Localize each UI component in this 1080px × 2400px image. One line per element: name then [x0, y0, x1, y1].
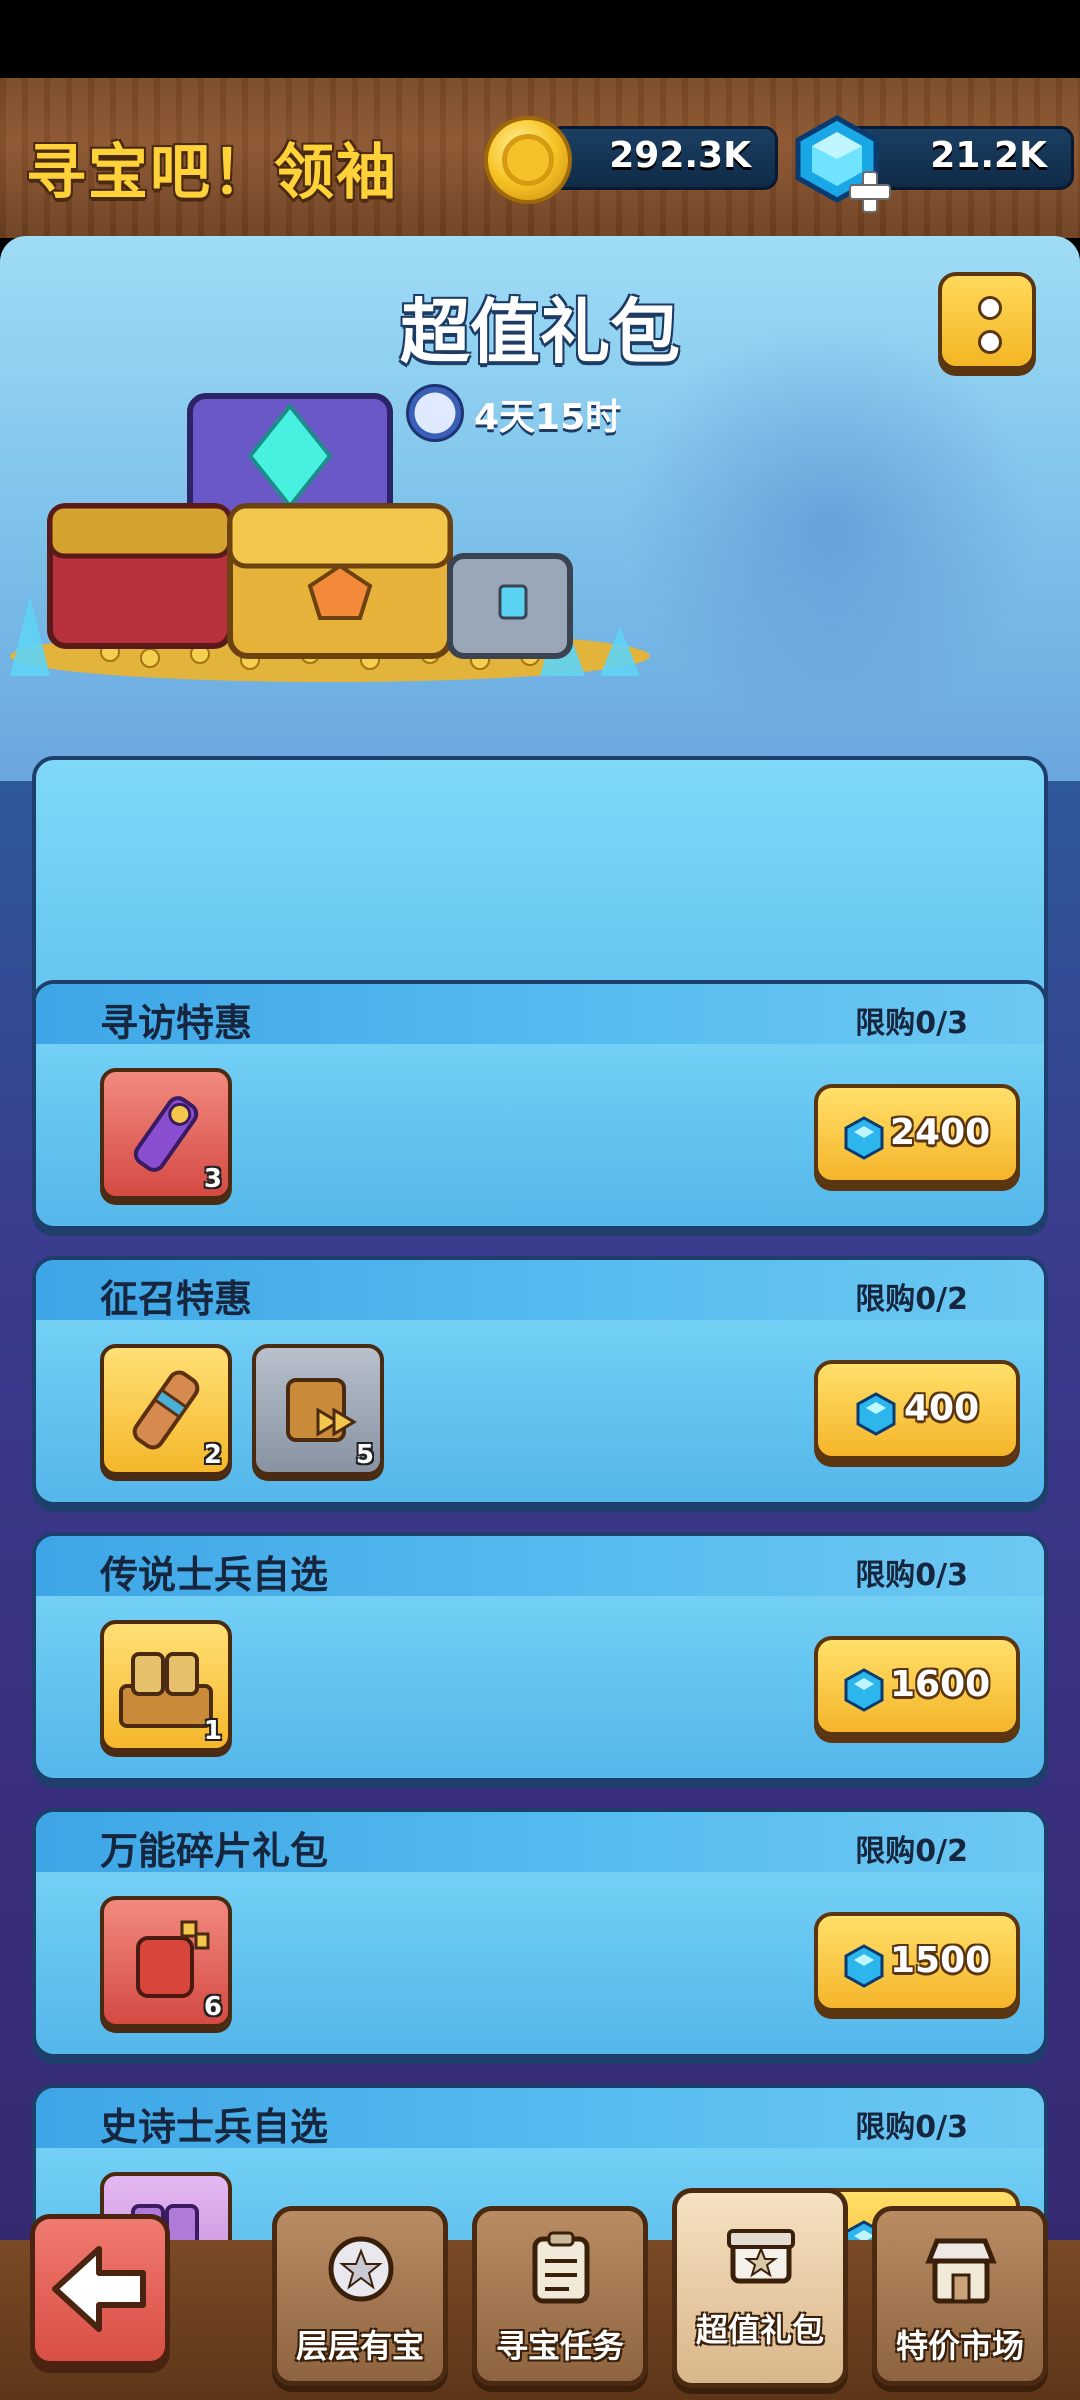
gem-icon — [856, 1392, 896, 1436]
coin-icon — [484, 116, 572, 204]
gem-icon — [844, 1116, 884, 1160]
coin-balance[interactable]: 292.3K — [548, 126, 778, 190]
purchase-limit: 限购0/3 — [855, 1006, 968, 1041]
tab-label: 层层有宝 — [295, 2327, 424, 2365]
task-list-icon — [532, 2231, 590, 2304]
purchase-limit: 限购0/3 — [855, 2110, 968, 2145]
tab-treasure-tasks[interactable]: 寻宝任务 — [472, 2206, 648, 2386]
offer-name: 史诗士兵自选 — [100, 2105, 329, 2149]
purchase-limit: 限购0/2 — [855, 1282, 968, 1317]
gem-icon — [844, 1668, 884, 1712]
offer-name: 万能碎片礼包 — [100, 1829, 329, 1873]
price-amount: 400 — [904, 1388, 980, 1429]
universal-shard-icon — [136, 1920, 210, 1998]
back-arrow-icon — [52, 2246, 146, 2332]
buy-button[interactable]: 2400 — [814, 1084, 1020, 1184]
clock-icon — [406, 384, 464, 442]
status-bar — [0, 0, 1080, 78]
buy-button[interactable]: 1600 — [814, 1636, 1020, 1736]
offer-page-title: 超值礼包 — [400, 291, 680, 373]
tab-special-market[interactable]: 特价市场 — [872, 2206, 1048, 2386]
buy-button[interactable]: 1500 — [814, 1912, 1020, 2012]
offer-card: 寻访特惠 限购0/3 3 2400 — [32, 980, 1048, 1230]
item-purple-scroll[interactable]: 3 — [100, 1068, 232, 1200]
item-count: 6 — [203, 1992, 222, 2022]
price-amount: 1600 — [890, 1664, 991, 1705]
item-count: 3 — [203, 1164, 222, 1194]
gem-icon — [844, 1944, 884, 1988]
offer-name: 寻访特惠 — [100, 1001, 253, 1045]
item-count: 2 — [203, 1440, 222, 1470]
back-button[interactable] — [30, 2214, 170, 2366]
medal-icon — [328, 2236, 394, 2302]
purchase-limit: 限购0/3 — [855, 1558, 968, 1593]
purple-scroll-icon — [133, 1096, 199, 1172]
scroll-icon — [132, 1370, 200, 1450]
add-gems-icon[interactable] — [848, 170, 892, 214]
gem-amount: 21.2K — [930, 135, 1047, 176]
top-header: 寻宝吧！领袖 292.3K 21.2K — [0, 78, 1080, 238]
item-universal-shard[interactable]: 6 — [100, 1896, 232, 2028]
tab-layered-treasure[interactable]: 层层有宝 — [272, 2206, 448, 2386]
offer-card: 传说士兵自选 限购0/3 1 1600 — [32, 1532, 1048, 1782]
tab-label: 超值礼包 — [695, 2311, 824, 2349]
shop-icon — [925, 2238, 997, 2304]
purchase-limit: 限购0/2 — [855, 1834, 968, 1869]
tab-label: 寻宝任务 — [495, 2327, 624, 2365]
offer-name: 传说士兵自选 — [100, 1553, 329, 1597]
tab-value-packs[interactable]: 超值礼包 — [672, 2188, 848, 2388]
item-scroll[interactable]: 2 — [100, 1344, 232, 1476]
info-button[interactable] — [938, 272, 1036, 370]
tab-label: 特价市场 — [895, 2327, 1024, 2365]
fast-forward-scroll-icon — [286, 1378, 357, 1442]
hero-banner: 超值礼包 4天15时 — [0, 236, 1080, 781]
price-amount: 2400 — [890, 1112, 991, 1153]
offer-card: 征召特惠 限购0/2 2 5 400 — [32, 1256, 1048, 1506]
gift-icon — [727, 2229, 795, 2284]
item-fast-forward-scroll[interactable]: 5 — [252, 1344, 384, 1476]
offer-card: 万能碎片礼包 限购0/2 6 1500 — [32, 1808, 1048, 2058]
main-panel: 超值礼包 4天15时 12 12 12 — [0, 236, 1080, 2246]
offer-name: 征召特惠 — [100, 1277, 253, 1321]
game-title: 寻宝吧！领袖 — [26, 138, 398, 208]
item-count: 1 — [203, 1716, 222, 1746]
buy-button[interactable]: 400 — [814, 1360, 1020, 1460]
coin-amount: 292.3K — [609, 135, 751, 176]
item-count: 5 — [355, 1440, 374, 1470]
countdown-timer: 4天15时 — [474, 397, 622, 438]
item-soldier-chest[interactable]: 1 — [100, 1620, 232, 1752]
price-amount: 1500 — [890, 1940, 991, 1981]
